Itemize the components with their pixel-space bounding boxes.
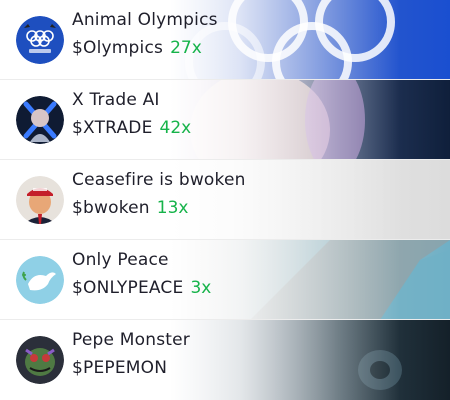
token-ticker: $bwoken (72, 198, 150, 218)
list-item[interactable]: Animal Olympics $Olympics 27x (0, 0, 450, 80)
token-list: Animal Olympics $Olympics 27x X Trade AI (0, 0, 450, 400)
token-multiplier: 13x (156, 198, 189, 218)
monster-avatar (16, 336, 64, 384)
token-ticker: $XTRADE (72, 118, 153, 138)
token-name: X Trade AI (72, 90, 160, 110)
token-multiplier: 27x (170, 38, 202, 58)
token-multiplier: 42x (159, 118, 192, 138)
list-item[interactable]: Ceasefire is bwoken $bwoken 13x (0, 160, 450, 240)
list-item[interactable]: X Trade AI $XTRADE 42x (0, 80, 450, 160)
token-ticker: $ONLYPEACE (72, 278, 184, 298)
token-multiplier: 3x (190, 278, 212, 298)
token-name: Ceasefire is bwoken (72, 170, 246, 190)
person-cap-avatar (16, 176, 64, 224)
x-logo-avatar (16, 96, 64, 144)
token-name: Only Peace (72, 250, 169, 270)
token-name: Pepe Monster (72, 330, 190, 350)
list-item[interactable]: Only Peace $ONLYPEACE 3x (0, 240, 450, 320)
dove-icon (16, 256, 64, 304)
token-ticker: $PEPEMON (72, 358, 168, 378)
token-name: Animal Olympics (72, 10, 218, 30)
olympic-rings-icon (16, 16, 64, 64)
token-ticker: $Olympics (72, 38, 164, 58)
list-item[interactable]: Pepe Monster $PEPEMON (0, 320, 450, 400)
